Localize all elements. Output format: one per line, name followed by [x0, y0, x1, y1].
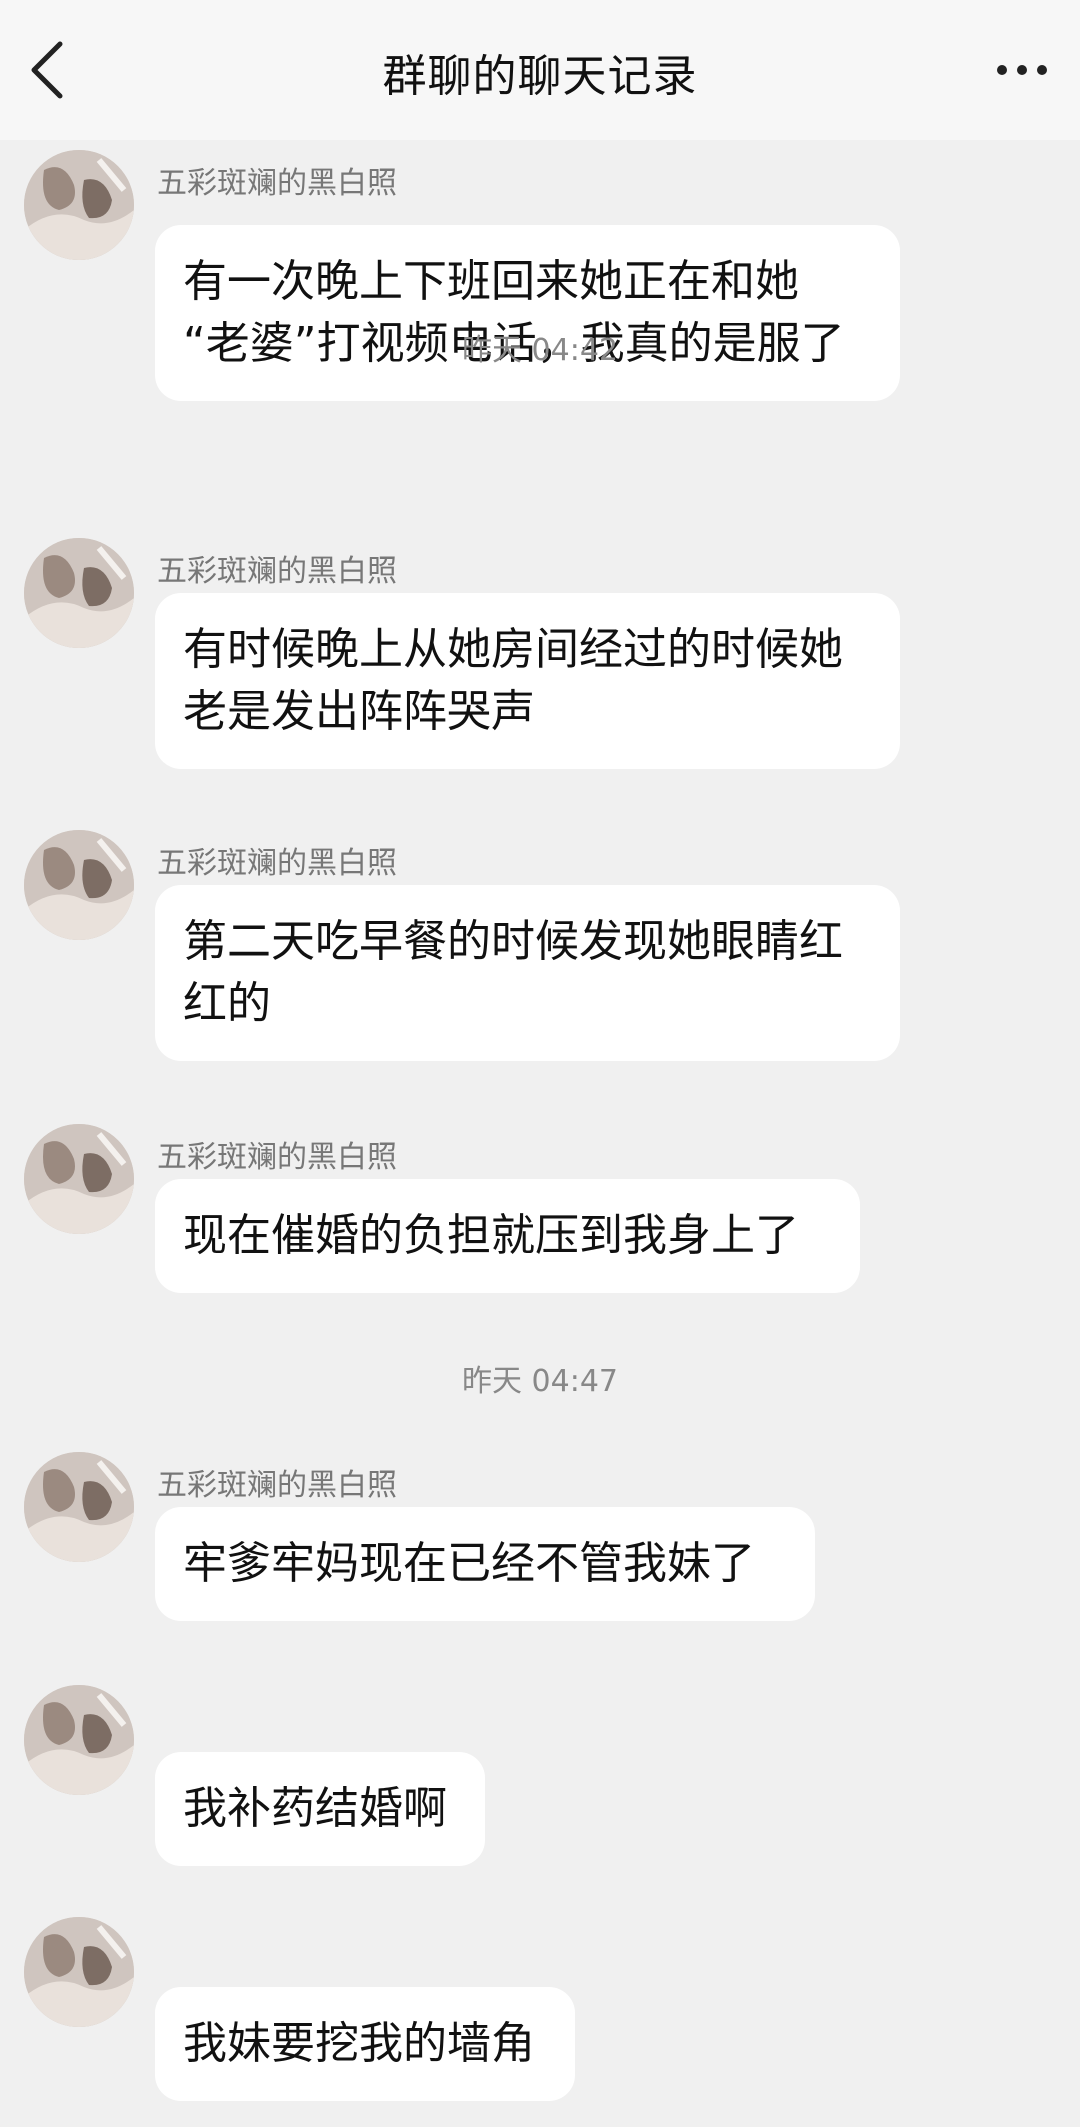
avatar[interactable]: [24, 150, 134, 260]
avatar-image: [24, 150, 134, 260]
avatar[interactable]: [24, 830, 134, 940]
avatar[interactable]: [24, 1917, 134, 2027]
sender-name: 五彩斑斓的黑白照: [157, 554, 397, 589]
message-bubble[interactable]: 我妹要挖我的墙角: [155, 1987, 575, 2101]
sender-name: 五彩斑斓的黑白照: [157, 846, 397, 881]
timestamp: 昨天 04:42: [462, 333, 618, 368]
avatar-image: [24, 830, 134, 940]
top-bar: 群聊的聊天记录: [0, 0, 1080, 140]
avatar[interactable]: [24, 538, 134, 648]
avatar[interactable]: [24, 1124, 134, 1234]
chat-list[interactable]: 五彩斑斓的黑白照 有一次晚上下班回来她正在和她 “老婆”打视频电话，我真的是服了…: [0, 140, 1080, 2127]
avatar-image: [24, 538, 134, 648]
timestamp: 昨天 04:47: [462, 1364, 618, 1399]
sender-name: 五彩斑斓的黑白照: [157, 1468, 397, 1503]
sender-name: 五彩斑斓的黑白照: [157, 1140, 397, 1175]
avatar[interactable]: [24, 1685, 134, 1795]
message-bubble[interactable]: 现在催婚的负担就压到我身上了: [155, 1179, 860, 1293]
message-bubble[interactable]: 第二天吃早餐的时候发现她眼睛红 红的: [155, 885, 900, 1061]
more-button[interactable]: [992, 48, 1052, 92]
more-dots-icon: [997, 65, 1047, 75]
avatar-image: [24, 1685, 134, 1795]
sender-name: 五彩斑斓的黑白照: [157, 166, 397, 201]
avatar-image: [24, 1917, 134, 2027]
message-bubble[interactable]: 牢爹牢妈现在已经不管我妹了: [155, 1507, 815, 1621]
avatar-image: [24, 1124, 134, 1234]
message-bubble[interactable]: 有时候晚上从她房间经过的时候她 老是发出阵阵哭声: [155, 593, 900, 769]
avatar[interactable]: [24, 1452, 134, 1562]
message-bubble[interactable]: 我补药结婚啊: [155, 1752, 485, 1866]
message-bubble[interactable]: 有一次晚上下班回来她正在和她 “老婆”打视频电话，我真的是服了: [155, 225, 900, 401]
avatar-image: [24, 1452, 134, 1562]
page-title: 群聊的聊天记录: [382, 51, 698, 102]
